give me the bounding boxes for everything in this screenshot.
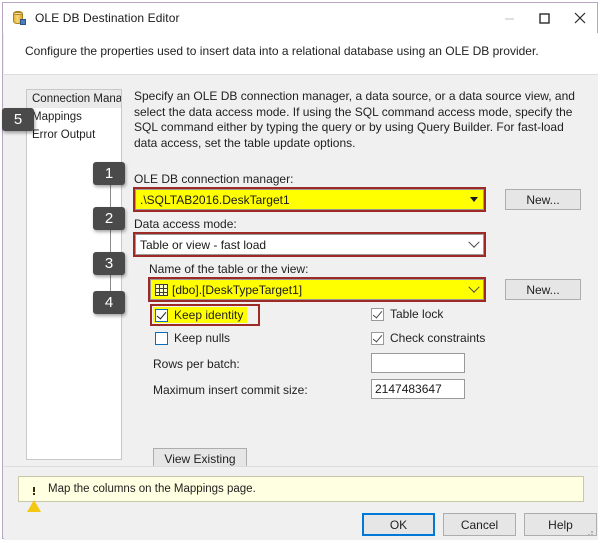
callout-badge-2: 2 [93, 207, 125, 230]
sidebar-item-label: Connection Manager [32, 93, 122, 105]
callout-number: 2 [104, 210, 114, 227]
dialog-footer: Map the columns on the Mappings page. OK… [4, 466, 598, 540]
maximize-icon[interactable] [527, 3, 562, 33]
rows-per-batch-label: Rows per batch: [153, 357, 240, 371]
callout-connector-line [110, 170, 111, 300]
callout-badge-1: 1 [93, 162, 125, 185]
keep-nulls-checkbox[interactable]: Keep nulls [155, 331, 230, 345]
connection-manager-pane: Specify an OLE DB connection manager, a … [133, 89, 586, 470]
connection-manager-label: OLE DB connection manager: [134, 172, 294, 186]
keep-identity-checkbox-box[interactable] [155, 308, 168, 322]
table-or-view-label: Name of the table or the view: [149, 262, 309, 276]
window-controls [492, 3, 597, 33]
sidebar-item-label: Mappings [32, 111, 82, 123]
table-or-view-combo[interactable]: [dbo].[DeskTypeTarget1] [150, 279, 484, 300]
title-bar: OLE DB Destination Editor [3, 3, 597, 33]
window-title: OLE DB Destination Editor [35, 11, 180, 25]
rows-per-batch-input[interactable] [371, 353, 465, 373]
sidebar-item-label: Error Output [32, 129, 96, 141]
table-lock-checkbox-box[interactable] [371, 307, 384, 321]
max-insert-commit-size-input[interactable]: 2147483647 [371, 379, 465, 399]
max-insert-commit-size-label: Maximum insert commit size: [153, 383, 308, 397]
callout-number: 5 [13, 111, 23, 128]
warning-icon [27, 482, 41, 512]
keep-identity-checkbox[interactable]: Keep identity [153, 307, 248, 323]
chevron-down-icon[interactable] [465, 191, 482, 208]
ok-button[interactable]: OK [362, 513, 435, 536]
sidebar-item-connection-manager[interactable]: Connection Manager [27, 90, 121, 108]
close-icon[interactable] [562, 3, 597, 33]
sidebar-item-mappings[interactable]: Mappings [27, 108, 121, 126]
keep-nulls-checkbox-box[interactable] [155, 331, 168, 345]
callout-number: 1 [104, 165, 114, 182]
table-lock-label: Table lock [390, 307, 444, 321]
header-description: Configure the properties used to insert … [4, 33, 598, 74]
minimize-icon[interactable] [492, 3, 527, 33]
check-constraints-checkbox[interactable]: Check constraints [371, 331, 485, 345]
warning-text: Map the columns on the Mappings page. [48, 483, 256, 495]
pane-instructions: Specify an OLE DB connection manager, a … [134, 89, 575, 150]
keep-identity-label: Keep identity [174, 308, 244, 322]
chevron-down-icon[interactable] [465, 281, 482, 298]
data-access-mode-value: Table or view - fast load [140, 237, 267, 252]
ole-db-destination-editor-window: OLE DB Destination Editor Configure the [2, 2, 598, 540]
connection-manager-combo[interactable]: .\SQLTAB2016.DeskTarget1 [135, 189, 484, 210]
callout-badge-4: 4 [93, 291, 125, 314]
connection-manager-new-button[interactable]: New... [505, 189, 581, 210]
warning-bar: Map the columns on the Mappings page. [18, 476, 584, 512]
table-or-view-value: [dbo].[DeskTypeTarget1] [172, 282, 303, 297]
chevron-down-icon[interactable] [465, 236, 482, 253]
header-description-text: Configure the properties used to insert … [25, 44, 539, 58]
callout-number: 4 [104, 294, 114, 311]
table-grid-icon [155, 283, 168, 296]
callout-badge-3: 3 [93, 252, 125, 275]
table-or-view-new-button[interactable]: New... [505, 279, 581, 300]
keep-nulls-label: Keep nulls [174, 331, 231, 345]
data-access-mode-combo[interactable]: Table or view - fast load [135, 234, 484, 255]
callout-badge-5: 5 [2, 108, 34, 131]
data-access-mode-label: Data access mode: [134, 217, 237, 231]
check-constraints-checkbox-box[interactable] [371, 331, 384, 345]
connection-manager-value: .\SQLTAB2016.DeskTarget1 [140, 192, 290, 207]
screenshot-root: OLE DB Destination Editor Configure the [0, 0, 602, 543]
check-constraints-label: Check constraints [390, 331, 486, 345]
resize-grip[interactable] [584, 527, 594, 537]
cancel-button[interactable]: Cancel [443, 513, 516, 536]
database-icon [11, 10, 27, 26]
callout-number: 3 [104, 255, 114, 272]
table-lock-checkbox[interactable]: Table lock [371, 307, 443, 321]
sidebar-item-error-output[interactable]: Error Output [27, 126, 121, 144]
